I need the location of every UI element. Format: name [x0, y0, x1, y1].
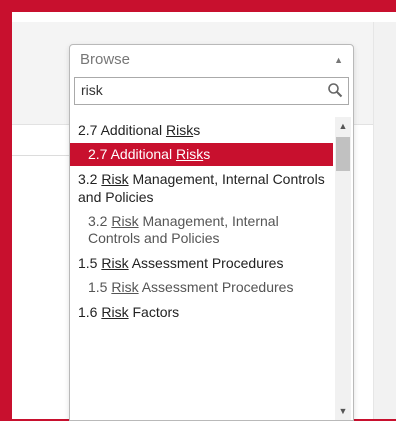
results-items: 2.7 Additional Risks 2.7 Additional Risks… [70, 117, 333, 325]
result-text: Assessment Procedures [138, 279, 294, 295]
match-highlight: Risk [111, 279, 139, 295]
search-icon [328, 83, 343, 98]
match-highlight: Risk [111, 213, 139, 229]
result-text: 1.5 [88, 279, 112, 295]
match-highlight: Risk [165, 122, 194, 138]
result-text: Assessment Procedures [128, 255, 284, 271]
match-highlight: Risk [101, 304, 129, 320]
search-input[interactable] [75, 78, 348, 102]
match-highlight: Risk [101, 171, 129, 187]
results-list: 2.7 Additional Risks 2.7 Additional Risks… [70, 117, 353, 420]
page-background: Browse ▲ 2.7 Additional Risks2.7 Additio… [12, 12, 396, 421]
browse-dropdown: Browse ▲ 2.7 Additional Risks2.7 Additio… [69, 44, 354, 421]
result-text: s [193, 122, 201, 138]
result-option[interactable]: 3.2 Risk Management, Internal Controls a… [70, 210, 333, 250]
result-text: 2.7 Additional [78, 122, 166, 138]
scrollbar[interactable]: ▲ ▼ [335, 117, 351, 420]
result-option[interactable]: 2.7 Additional Risks [70, 143, 333, 166]
scroll-down-icon[interactable]: ▼ [335, 402, 351, 420]
search-box [74, 77, 349, 105]
result-text: 3.2 [88, 213, 112, 229]
browse-select[interactable]: Browse ▲ [70, 45, 353, 75]
result-group-header: 1.6 Risk Factors [70, 299, 333, 325]
side-panel [373, 22, 396, 419]
scroll-up-icon[interactable]: ▲ [335, 117, 351, 135]
result-text: 1.6 [78, 304, 102, 320]
select-value: Browse [80, 51, 131, 68]
result-option[interactable]: 1.5 Risk Assessment Procedures [70, 276, 333, 299]
match-highlight: Risk [175, 146, 204, 162]
result-text: 1.5 [78, 255, 102, 271]
divider [12, 155, 70, 156]
result-group-header: 2.7 Additional Risks [70, 117, 333, 143]
caret-up-icon[interactable]: ▲ [334, 45, 343, 75]
scroll-thumb[interactable] [336, 137, 350, 171]
result-group-header: 1.5 Risk Assessment Procedures [70, 250, 333, 276]
result-text: s [203, 146, 211, 162]
result-text: 3.2 [78, 171, 102, 187]
match-highlight: Risk [101, 255, 129, 271]
result-text: Factors [128, 304, 180, 320]
result-group-header: 3.2 Risk Management, Internal Controls a… [70, 166, 333, 210]
result-text: 2.7 Additional [88, 146, 176, 162]
